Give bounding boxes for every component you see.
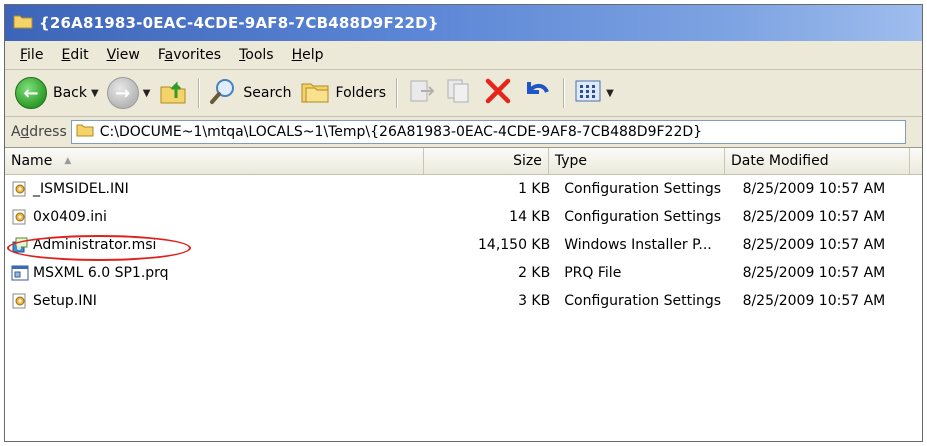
generic-file-icon <box>11 264 29 282</box>
back-label: Back <box>53 85 87 101</box>
toolbar-separator <box>198 78 200 108</box>
window-title: {26A81983-0EAC-4CDE-9AF8-7CB488D9F22D} <box>39 14 439 32</box>
file-size: 3 KB <box>518 293 551 309</box>
copy-to-button[interactable] <box>441 74 479 112</box>
sort-ascending-icon: ▲ <box>64 156 72 166</box>
file-size: 1 KB <box>518 181 551 197</box>
menu-bar: File Edit View Favorites Tools Help <box>5 41 922 70</box>
folders-label: Folders <box>335 85 387 101</box>
folders-button[interactable]: Folders <box>296 74 391 112</box>
chevron-down-icon[interactable]: ▼ <box>606 88 614 99</box>
address-input[interactable]: C:\DOCUME~1\mtqa\LOCALS~1\Temp\{26A81983… <box>70 120 906 144</box>
copy-to-icon <box>445 77 475 109</box>
address-bar: Address C:\DOCUME~1\mtqa\LOCALS~1\Temp\{… <box>5 117 922 148</box>
column-header-row: Name ▲ Size Type Date Modified <box>5 148 922 175</box>
file-type: Windows Installer P... <box>564 237 712 253</box>
file-date: 8/25/2009 10:57 AM <box>742 293 886 309</box>
menu-tools[interactable]: Tools <box>230 47 283 63</box>
column-header-name[interactable]: Name ▲ <box>5 148 424 174</box>
delete-button[interactable] <box>479 74 517 112</box>
menu-help[interactable]: Help <box>283 47 333 63</box>
views-grid-icon <box>574 78 602 108</box>
folders-icon <box>300 78 330 108</box>
menu-favorites[interactable]: Favorites <box>149 47 230 63</box>
chevron-down-icon[interactable]: ▼ <box>143 88 151 99</box>
toolbar-separator <box>396 78 398 108</box>
column-header-date-modified[interactable]: Date Modified <box>725 148 910 174</box>
file-date: 8/25/2009 10:57 AM <box>742 181 886 197</box>
column-header-empty <box>910 148 922 174</box>
folder-icon <box>76 123 94 141</box>
forward-button[interactable]: → ▼ <box>103 74 155 112</box>
back-arrow-icon: ← <box>15 77 47 109</box>
folder-icon <box>13 13 33 33</box>
menu-edit[interactable]: Edit <box>52 47 97 63</box>
explorer-window: {26A81983-0EAC-4CDE-9AF8-7CB488D9F22D} F… <box>4 4 923 442</box>
config-file-icon <box>11 180 29 198</box>
undo-button[interactable] <box>517 74 557 112</box>
up-folder-icon <box>158 76 188 110</box>
file-date: 8/25/2009 10:57 AM <box>742 237 886 253</box>
up-folder-button[interactable] <box>154 74 192 112</box>
file-size: 14 KB <box>509 209 551 225</box>
config-file-icon <box>11 208 29 226</box>
file-name: _ISMSIDEL.INI <box>33 181 129 197</box>
forward-arrow-icon: → <box>106 77 139 109</box>
file-type: Configuration Settings <box>564 293 722 309</box>
toolbar: ← Back ▼ → ▼ Search Folders ▼ <box>5 70 922 117</box>
delete-x-icon <box>483 76 513 110</box>
file-type: PRQ File <box>564 265 622 281</box>
file-date: 8/25/2009 10:57 AM <box>742 265 886 281</box>
column-header-size[interactable]: Size <box>424 148 549 174</box>
views-button[interactable]: ▼ <box>570 74 618 112</box>
undo-icon <box>521 76 553 110</box>
file-type: Configuration Settings <box>564 181 722 197</box>
back-button[interactable]: ← Back ▼ <box>11 74 103 112</box>
menu-file[interactable]: File <box>11 47 52 63</box>
file-type: Configuration Settings <box>564 209 722 225</box>
column-header-type[interactable]: Type <box>549 148 725 174</box>
file-name: MSXML 6.0 SP1.prq <box>33 265 169 281</box>
file-date: 8/25/2009 10:57 AM <box>742 209 886 225</box>
title-bar[interactable]: {26A81983-0EAC-4CDE-9AF8-7CB488D9F22D} <box>5 5 922 41</box>
search-label: Search <box>243 85 292 101</box>
address-path: C:\DOCUME~1\mtqa\LOCALS~1\Temp\{26A81983… <box>99 124 703 140</box>
search-button[interactable]: Search <box>205 74 295 112</box>
file-row[interactable]: Administrator.msi 14,150 KB Windows Inst… <box>5 231 922 261</box>
menu-view[interactable]: View <box>98 47 149 63</box>
file-row[interactable]: 0x0409.ini 14 KB Configuration Settings … <box>5 203 922 231</box>
search-icon <box>209 77 237 109</box>
file-name: 0x0409.ini <box>33 209 107 225</box>
address-label: Address <box>11 124 67 140</box>
file-name: Setup.INI <box>33 293 97 309</box>
file-size: 14,150 KB <box>478 237 551 253</box>
config-file-icon <box>11 292 29 310</box>
chevron-down-icon[interactable]: ▼ <box>91 88 99 99</box>
file-row[interactable]: Setup.INI 3 KB Configuration Settings 8/… <box>5 287 922 315</box>
move-to-button[interactable] <box>403 74 441 112</box>
file-row[interactable]: _ISMSIDEL.INI 1 KB Configuration Setting… <box>5 175 922 203</box>
installer-package-icon <box>11 236 29 254</box>
file-name: Administrator.msi <box>33 237 157 253</box>
file-size: 2 KB <box>518 265 551 281</box>
file-list: Name ▲ Size Type Date Modified _ISMSIDEL.… <box>5 147 922 441</box>
move-to-icon <box>407 77 437 109</box>
toolbar-separator <box>563 78 565 108</box>
file-row[interactable]: MSXML 6.0 SP1.prq 2 KB PRQ File 8/25/200… <box>5 259 922 287</box>
